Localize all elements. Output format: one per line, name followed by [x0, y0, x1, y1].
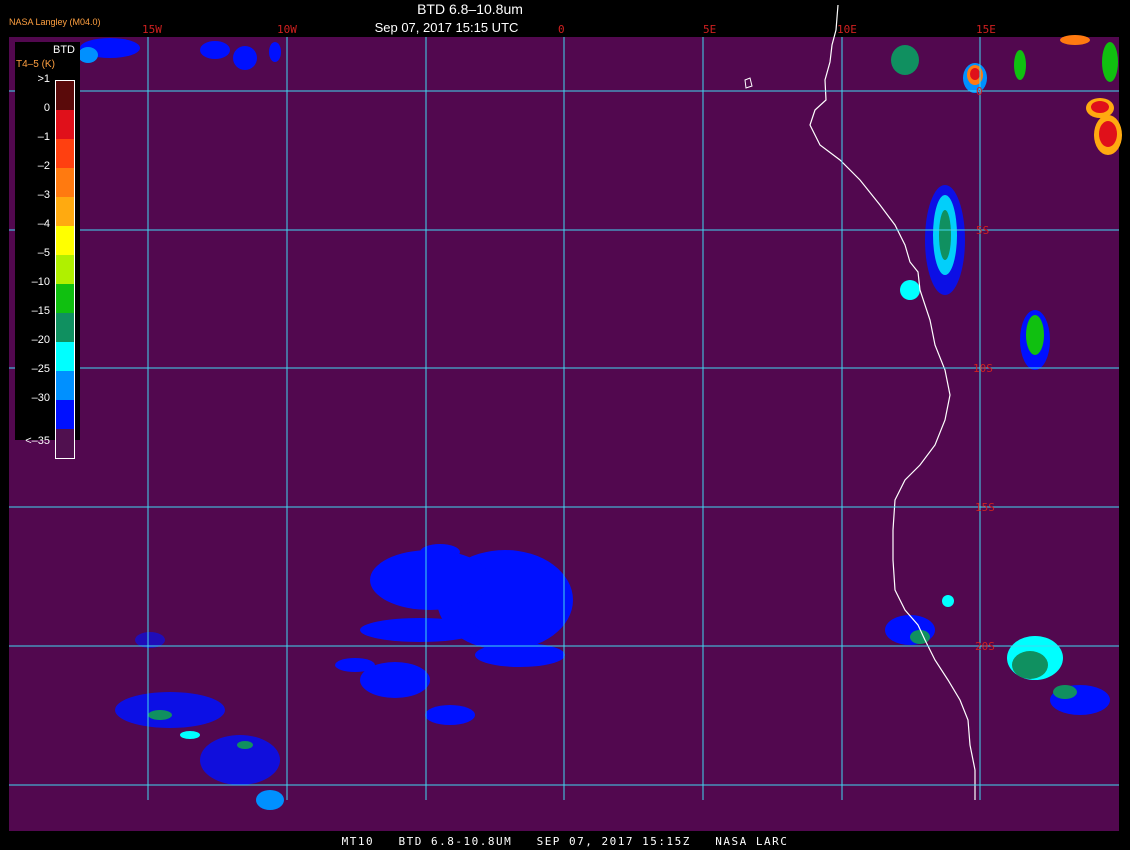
legend-label: >1: [37, 73, 50, 85]
footer-text: MT10 BTD 6.8-10.8UM SEP 07, 2017 15:15Z …: [341, 835, 789, 848]
legend-swatch: [56, 371, 74, 400]
legend-label: <–35: [25, 435, 50, 447]
legend-label: –2: [37, 160, 50, 172]
legend-label: –1: [37, 131, 50, 143]
lon-label-15e: 15E: [976, 23, 996, 36]
legend-label: –10: [31, 276, 50, 288]
legend-label: –20: [31, 334, 50, 346]
legend-label: –30: [31, 392, 50, 404]
footer-bar: MT10 BTD 6.8-10.8UM SEP 07, 2017 15:15Z …: [0, 831, 1130, 850]
legend-label: 0: [43, 102, 50, 114]
legend-title: BTD: [53, 44, 75, 56]
lat-label-15s: 15S: [975, 501, 995, 514]
legend-swatch: [56, 168, 74, 197]
legend-label: –4: [37, 218, 50, 230]
lat-label-5s: 5S: [976, 224, 989, 237]
legend-colorbar: [55, 80, 75, 459]
color-legend: BTD T4–5 (K) >1 0 –1 –2 –3 –4 –5 –10 –15 –20 –25 –3…: [15, 42, 80, 459]
legend-swatch: [56, 342, 74, 371]
legend-label: –15: [31, 305, 50, 317]
map-canvas: 15W 10W 0 5E 10E 15E 0 5S 10S 15S 20S: [9, 4, 1122, 831]
legend-swatch: [56, 313, 74, 342]
legend-label: –3: [37, 189, 50, 201]
lat-label-20s: 20S: [975, 640, 995, 653]
lat-label-10s: 10S: [973, 362, 993, 375]
legend-label: –25: [31, 363, 50, 375]
legend-swatch: [56, 139, 74, 168]
lat-label-0: 0: [976, 85, 983, 98]
org-label: NASA Langley (M04.0): [9, 17, 101, 27]
legend-swatch: [56, 81, 74, 110]
legend-label: –5: [37, 247, 50, 259]
image-datetime: Sep 07, 2017 15:15 UTC: [374, 20, 519, 35]
legend-swatch: [56, 110, 74, 139]
satellite-image-view: 15W 10W 0 5E 10E 15E 0 5S 10S 15S 20S BT…: [0, 0, 1130, 850]
legend-swatch: [56, 197, 74, 226]
legend-swatch: [56, 284, 74, 313]
legend-swatch: [56, 226, 74, 255]
legend-swatch: [56, 429, 74, 458]
legend-swatch: [56, 400, 74, 429]
legend-swatch: [56, 255, 74, 284]
image-title: BTD 6.8–10.8um: [417, 1, 523, 17]
legend-subtitle: T4–5 (K): [16, 59, 55, 70]
